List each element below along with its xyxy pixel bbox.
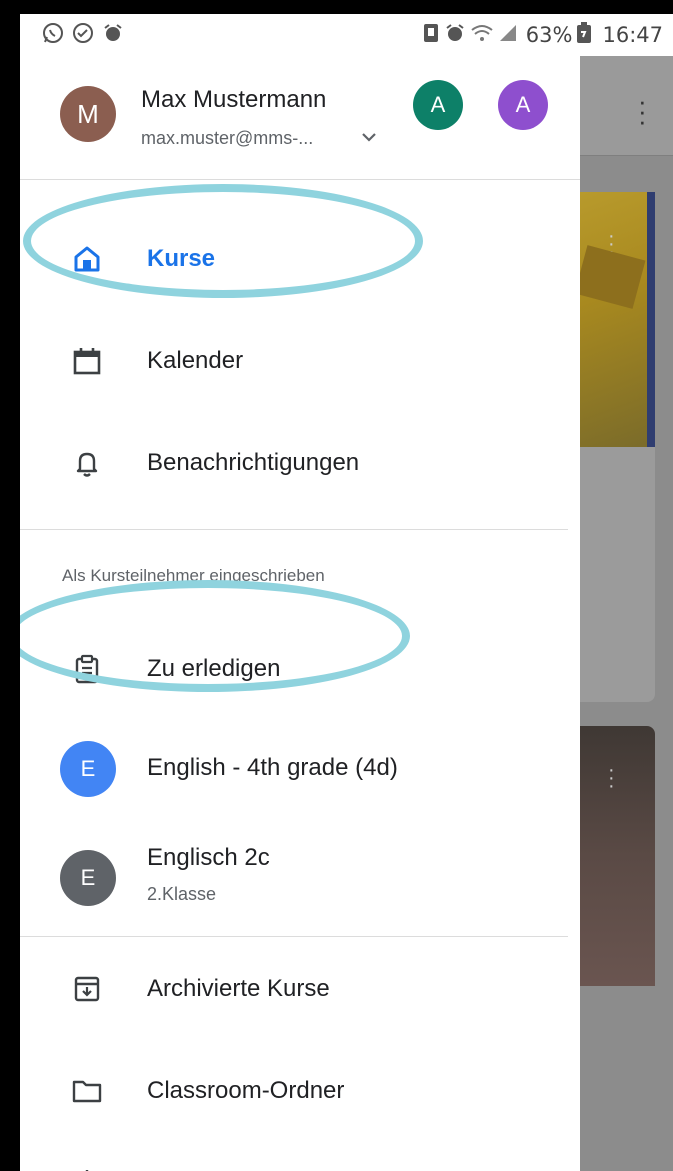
account-name: Max Mustermann xyxy=(141,86,327,113)
background-app-scrim[interactable]: · · · · · · · · · xyxy=(580,56,673,1171)
status-bar: 63% 16:47 xyxy=(20,14,673,56)
class-avatar: E xyxy=(60,850,116,906)
divider xyxy=(20,936,568,937)
class-avatar: E xyxy=(60,741,116,797)
class-title: Englisch 2c xyxy=(147,844,270,871)
nav-item-label: Zu erledigen xyxy=(147,655,281,682)
nav-item-label: Kurse xyxy=(147,245,216,272)
background-app-header: · · · xyxy=(580,56,673,156)
folder-icon xyxy=(70,1074,104,1108)
account-header: M Max Mustermann max.muster@mms-... A A xyxy=(20,56,580,180)
battery-icon xyxy=(576,21,592,49)
status-right: 63% 16:47 xyxy=(422,21,663,49)
clipboard-icon xyxy=(70,652,104,686)
account-email: max.muster@mms-... xyxy=(141,128,314,148)
nav-item-courses[interactable]: Kurse xyxy=(20,214,580,304)
divider xyxy=(20,529,568,530)
nav-item-notifications[interactable]: Benachrichtigungen xyxy=(20,418,580,508)
nav-item-settings[interactable] xyxy=(20,1136,580,1171)
class-subtitle: 2.Klasse xyxy=(147,884,217,904)
alarm-icon xyxy=(444,22,466,49)
battery-percent: 63% xyxy=(525,23,573,47)
other-account-avatar[interactable]: A xyxy=(413,80,463,130)
avatar[interactable]: M xyxy=(60,86,116,142)
more-vert-icon: · · · xyxy=(638,86,647,136)
other-account-avatar[interactable]: A xyxy=(498,80,548,130)
home-icon xyxy=(70,242,104,276)
calendar-icon xyxy=(70,344,104,378)
archive-icon xyxy=(70,972,104,1006)
whatsapp-icon xyxy=(42,22,64,49)
phone-screen: 63% 16:47 · · · · · · · · · M Max Mustermann xyxy=(20,14,673,1171)
background-class-card: · · · xyxy=(580,192,655,702)
nav-item-label: Classroom-Ordner xyxy=(147,1077,345,1104)
class-item[interactable]: E English - 4th grade (4d) xyxy=(20,724,580,814)
more-vert-icon: · · · xyxy=(608,759,615,797)
nav-item-label: Benachrichtigungen xyxy=(147,449,360,476)
wifi-icon xyxy=(470,23,494,48)
clock: 16:47 xyxy=(602,23,663,47)
class-title: English - 4th grade (4d) xyxy=(147,754,398,781)
battery-saver-icon xyxy=(422,22,440,49)
more-vert-icon: · · · xyxy=(608,225,615,263)
class-card-banner: · · · xyxy=(580,192,655,447)
chevron-down-icon[interactable] xyxy=(360,130,378,144)
nav-item-label: Archivierte Kurse xyxy=(147,975,330,1002)
nav-item-archived[interactable]: Archivierte Kurse xyxy=(20,944,580,1034)
background-class-card: · · · xyxy=(580,726,655,986)
status-left xyxy=(42,22,124,49)
class-card-banner: · · · xyxy=(580,726,655,986)
navigation-drawer: M Max Mustermann max.muster@mms-... A A … xyxy=(20,56,580,1171)
nav-item-label: Kalender xyxy=(147,347,244,374)
alarm-icon xyxy=(102,22,124,49)
check-circle-icon xyxy=(72,22,94,49)
nav-item-folder[interactable]: Classroom-Ordner xyxy=(20,1046,580,1136)
nav-item-todo[interactable]: Zu erledigen xyxy=(20,624,580,714)
nav-item-calendar[interactable]: Kalender xyxy=(20,316,580,406)
gear-icon xyxy=(70,1166,104,1171)
bell-icon xyxy=(70,446,104,480)
section-title: Als Kursteilnehmer eingeschrieben xyxy=(62,566,325,585)
signal-icon xyxy=(498,23,518,48)
class-item[interactable]: E Englisch 2c 2.Klasse xyxy=(20,826,580,926)
